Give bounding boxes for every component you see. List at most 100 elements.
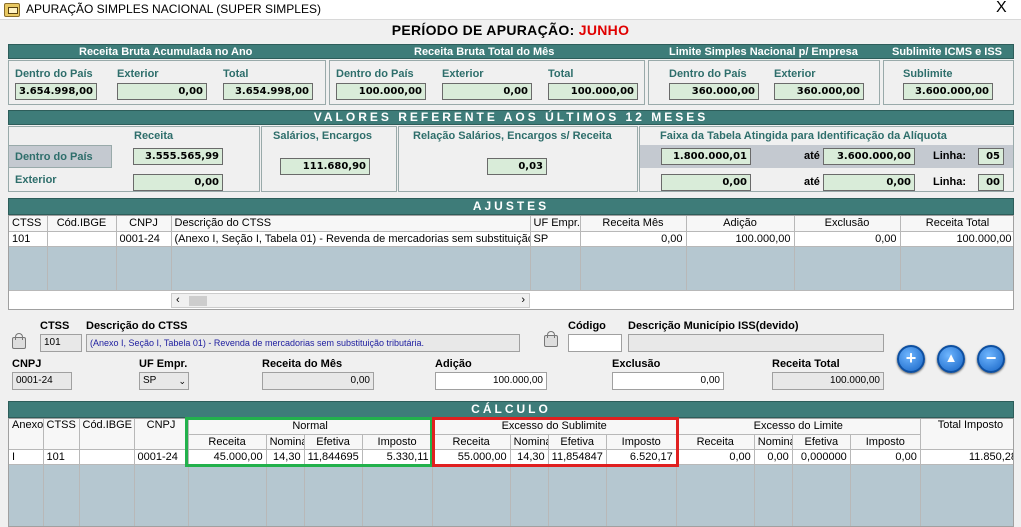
acumulada-exterior-field[interactable]: 0,00 <box>117 83 207 100</box>
uf-value: SP <box>143 375 157 386</box>
receita-mes-input[interactable]: 0,00 <box>262 372 374 390</box>
calc-col-anexo[interactable]: Anexo <box>9 419 44 450</box>
calc-col-cnpj[interactable]: CNPJ <box>134 419 189 450</box>
calc-cell-lim-receita[interactable]: 0,00 <box>676 449 755 465</box>
add-button[interactable]: + <box>897 345 925 373</box>
codigo-input[interactable] <box>568 334 622 352</box>
calc-lim-imposto[interactable]: Imposto <box>850 434 921 450</box>
close-icon[interactable]: X <box>996 0 1007 17</box>
ajustes-col-descricao[interactable]: Descrição do CTSS <box>171 216 531 232</box>
salarios-field[interactable]: 111.680,90 <box>280 158 370 175</box>
faixa2-linha-field[interactable]: 00 <box>978 174 1004 191</box>
municipio-input[interactable] <box>628 334 884 352</box>
ajustes-cell-ctss[interactable]: 101 <box>9 231 48 247</box>
relacao-field[interactable]: 0,03 <box>487 158 547 175</box>
cnpj-input[interactable]: 0001-24 <box>12 372 72 390</box>
mes-exterior-label: Exterior <box>442 68 484 80</box>
doze-dentro-field[interactable]: 3.555.565,99 <box>133 148 223 165</box>
limite-exterior-field[interactable]: 360.000,00 <box>774 83 864 100</box>
header-limite: Limite Simples Nacional p/ Empresa <box>669 46 858 58</box>
adicao-input[interactable]: 100.000,00 <box>435 372 547 390</box>
ajustes-col-receita-total[interactable]: Receita Total <box>900 216 1013 232</box>
ajustes-cell-uf[interactable]: SP <box>530 231 581 247</box>
periodo-mes: JUNHO <box>578 22 630 38</box>
receita-total-input[interactable]: 100.000,00 <box>772 372 884 390</box>
calc-cell-cnpj[interactable]: 0001-24 <box>134 449 189 465</box>
doze-dentro-label: Dentro do País <box>15 151 93 163</box>
lock-icon[interactable] <box>544 331 558 347</box>
table-row[interactable]: 101 0001-24 (Anexo I, Seção I, Tabela 01… <box>9 231 1013 247</box>
ajustes-col-adicao[interactable]: Adição <box>686 216 795 232</box>
calc-col-ctss[interactable]: CTSS <box>43 419 80 450</box>
ajustes-cell-receita-mes[interactable]: 0,00 <box>580 231 687 247</box>
ajustes-hscrollbar[interactable]: ‹ › <box>171 293 530 308</box>
sublimite-label: Sublimite <box>903 68 953 80</box>
ajustes-col-ibge[interactable]: Cód.IBGE <box>47 216 117 232</box>
limite-dentro-label: Dentro do País <box>669 68 747 80</box>
chevron-down-icon[interactable]: ⌄ <box>178 373 186 389</box>
mes-total-field[interactable]: 100.000,00 <box>548 83 638 100</box>
calc-cell-ctss[interactable]: 101 <box>43 449 80 465</box>
faixa1-ate-field[interactable]: 3.600.000,00 <box>823 148 915 165</box>
scroll-thumb[interactable] <box>189 296 207 306</box>
faixa2-ate-field[interactable]: 0,00 <box>823 174 915 191</box>
acumulada-total-field[interactable]: 3.654.998,00 <box>223 83 313 100</box>
faixa1-linha-field[interactable]: 05 <box>978 148 1004 165</box>
calc-cell-lim-nominal[interactable]: 0,00 <box>754 449 793 465</box>
ajustes-cell-adicao[interactable]: 100.000,00 <box>686 231 795 247</box>
exclusao-input[interactable]: 0,00 <box>612 372 724 390</box>
calculo-title: CÁLCULO <box>8 401 1014 418</box>
window-title: APURAÇÃO SIMPLES NACIONAL (SUPER SIMPLES… <box>26 2 321 16</box>
calc-col-ibge[interactable]: Cód.IBGE <box>79 419 135 450</box>
ajustes-cell-exclusao[interactable]: 0,00 <box>794 231 901 247</box>
sublimite-highlight <box>432 417 679 467</box>
mes-exterior-field[interactable]: 0,00 <box>442 83 532 100</box>
ajustes-cell-descricao[interactable]: (Anexo I, Seção I, Tabela 01) - Revenda … <box>171 231 531 247</box>
calc-col-total[interactable]: Total Imposto <box>920 419 1013 450</box>
doze-exterior-field[interactable]: 0,00 <box>133 174 223 191</box>
sublimite-field[interactable]: 3.600.000,00 <box>903 83 993 100</box>
scroll-right-icon[interactable]: › <box>521 294 525 306</box>
ajustes-col-ctss[interactable]: CTSS <box>9 216 48 232</box>
scroll-left-icon[interactable]: ‹ <box>176 294 180 306</box>
ajustes-cell-receita-total[interactable]: 100.000,00 <box>900 231 1013 247</box>
municipio-label: Descrição Município ISS(devido) <box>628 320 799 332</box>
faixa-label: Faixa da Tabela Atingida para Identifica… <box>660 130 947 142</box>
calc-group-limite[interactable]: Excesso do Limite <box>676 419 921 435</box>
receita-mes-label: Receita do Mês <box>262 358 343 370</box>
faixa2-de-field[interactable]: 0,00 <box>661 174 751 191</box>
acumulada-dentro-field[interactable]: 3.654.998,00 <box>15 83 97 100</box>
calc-lim-receita[interactable]: Receita <box>676 434 755 450</box>
calc-cell-ibge[interactable] <box>79 449 135 465</box>
calc-cell-anexo[interactable]: I <box>9 449 44 465</box>
acumulada-total-label: Total <box>223 68 249 80</box>
remove-button[interactable]: − <box>977 345 1005 373</box>
doze-exterior-label: Exterior <box>15 174 57 186</box>
calc-lim-nominal[interactable]: Nominal <box>754 434 793 450</box>
move-up-button[interactable]: ▲ <box>937 345 965 373</box>
calc-lim-efetiva[interactable]: Efetiva <box>792 434 851 450</box>
mes-total-label: Total <box>548 68 574 80</box>
ajustes-table: CTSS Cód.IBGE CNPJ Descrição do CTSS UF … <box>9 216 1013 291</box>
uf-select[interactable]: SP ⌄ <box>139 372 189 390</box>
descricao-input[interactable]: (Anexo I, Seção I, Tabela 01) - Revenda … <box>86 334 520 352</box>
normal-highlight <box>185 417 433 467</box>
calc-cell-lim-efetiva[interactable]: 0,000000 <box>792 449 851 465</box>
mes-dentro-field[interactable]: 100.000,00 <box>336 83 426 100</box>
ajustes-cell-ibge[interactable] <box>47 231 117 247</box>
acumulada-dentro-label: Dentro do País <box>15 68 93 80</box>
descricao-label: Descrição do CTSS <box>86 320 188 332</box>
ctss-input[interactable]: 101 <box>40 334 82 352</box>
ajustes-col-exclusao[interactable]: Exclusão <box>794 216 901 232</box>
calc-cell-lim-imposto[interactable]: 0,00 <box>850 449 921 465</box>
faixa1-de-field[interactable]: 1.800.000,01 <box>661 148 751 165</box>
periodo-title: PERÍODO DE APURAÇÃO: JUNHO <box>0 22 1021 38</box>
header-sublimite: Sublimite ICMS e ISS <box>892 46 1003 58</box>
lock-icon[interactable] <box>12 333 26 349</box>
ajustes-col-uf[interactable]: UF Empr. <box>530 216 581 232</box>
limite-dentro-field[interactable]: 360.000,00 <box>669 83 759 100</box>
ajustes-col-cnpj[interactable]: CNPJ <box>116 216 172 232</box>
calc-cell-total[interactable]: 11.850,28 <box>920 449 1013 465</box>
ajustes-cell-cnpj[interactable]: 0001-24 <box>116 231 172 247</box>
ajustes-col-receita-mes[interactable]: Receita Mês <box>580 216 687 232</box>
